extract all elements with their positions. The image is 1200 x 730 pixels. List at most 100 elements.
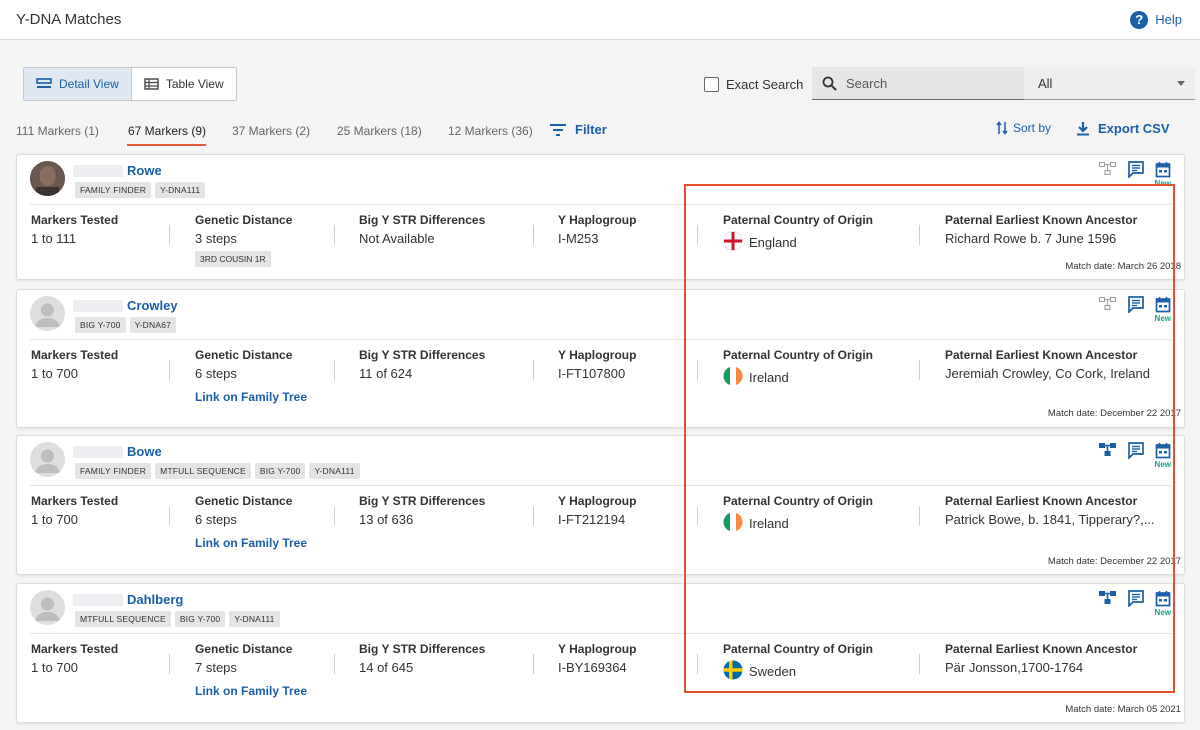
- test-badge: BIG Y-700: [174, 611, 226, 627]
- country-value: Ireland: [723, 512, 873, 535]
- genetic-distance-column: Genetic Distance 7 steps Link on Family …: [195, 642, 307, 698]
- match-name[interactable]: Dahlberg: [127, 592, 183, 607]
- card-actions: New: [1098, 161, 1171, 188]
- big-y-str-value: 14 of 645: [359, 660, 414, 675]
- big-y-str-column: Big Y STR Differences 13 of 636: [359, 494, 485, 527]
- test-badge: BIG Y-700: [254, 463, 306, 479]
- column-separator: [697, 506, 698, 526]
- y-haplogroup-header: Y Haplogroup: [558, 348, 637, 362]
- ancestor-column: Paternal Earliest Known Ancestor Jeremia…: [945, 348, 1150, 381]
- detail-view-button[interactable]: Detail View: [24, 68, 132, 100]
- family-tree-button[interactable]: [1098, 590, 1117, 610]
- notes-button[interactable]: [1127, 590, 1145, 607]
- markers-tested-column: Markers Tested 1 to 111: [31, 213, 118, 246]
- avatar[interactable]: [30, 442, 65, 477]
- notes-button[interactable]: [1127, 161, 1145, 178]
- tab-111-markers[interactable]: 111 Markers (1): [16, 124, 99, 138]
- export-csv-button[interactable]: Export CSV: [1076, 121, 1170, 136]
- match-name[interactable]: Bowe: [127, 444, 162, 459]
- notes-icon: [1127, 161, 1144, 178]
- notes-icon: [1127, 296, 1144, 313]
- y-haplogroup-header: Y Haplogroup: [558, 213, 637, 227]
- new-label: New: [1154, 460, 1171, 469]
- match-card: Crowley BIG Y-700 Y-DNA67 New Markers Tes…: [16, 289, 1185, 428]
- test-badge: BIG Y-700: [75, 317, 126, 333]
- markers-tested-header: Markers Tested: [31, 348, 119, 362]
- test-badge: MTFULL SEQUENCE: [155, 463, 251, 479]
- link-on-family-tree[interactable]: Link on Family Tree: [195, 536, 307, 550]
- table-view-button[interactable]: Table View: [132, 68, 236, 100]
- notes-button[interactable]: [1127, 442, 1145, 459]
- country-column: Paternal Country of Origin England: [723, 213, 873, 254]
- avatar[interactable]: [30, 296, 65, 331]
- match-date: Match date: March 05 2021: [1065, 704, 1181, 715]
- export-csv-label: Export CSV: [1098, 121, 1170, 136]
- help-link[interactable]: ? Help: [1130, 10, 1182, 29]
- column-separator: [334, 360, 335, 380]
- avatar[interactable]: [30, 161, 65, 196]
- big-y-str-column: Big Y STR Differences 11 of 624: [359, 348, 485, 381]
- column-separator: [919, 225, 920, 245]
- search-input[interactable]: [846, 75, 1006, 91]
- exact-search-option[interactable]: Exact Search: [704, 77, 803, 92]
- ancestor-value: Patrick Bowe, b. 1841, Tipperary?,...: [945, 512, 1155, 527]
- y-haplogroup-column: Y Haplogroup I-BY169364: [558, 642, 636, 675]
- family-tree-button[interactable]: [1098, 442, 1117, 462]
- tab-37-markers[interactable]: 37 Markers (2): [232, 124, 310, 138]
- search-box[interactable]: [812, 67, 1024, 100]
- card-actions: New: [1098, 590, 1171, 617]
- markers-tested-column: Markers Tested 1 to 700: [31, 494, 118, 527]
- exact-search-checkbox[interactable]: [704, 77, 719, 92]
- link-on-family-tree[interactable]: Link on Family Tree: [195, 684, 307, 698]
- test-badge: Y-DNA111: [229, 611, 280, 627]
- card-divider: [30, 339, 1171, 340]
- filter-select-value: All: [1038, 75, 1053, 91]
- filter-select[interactable]: All: [1024, 67, 1195, 100]
- ancestor-header: Paternal Earliest Known Ancestor: [945, 348, 1138, 362]
- markers-tested-header: Markers Tested: [31, 213, 119, 227]
- match-date-button[interactable]: New: [1155, 161, 1171, 188]
- tab-25-markers[interactable]: 25 Markers (18): [337, 124, 422, 138]
- match-date-button[interactable]: New: [1155, 442, 1171, 469]
- relationship-slot: Link on Family Tree: [195, 684, 307, 698]
- avatar[interactable]: [30, 590, 65, 625]
- controls-bar: Detail View Table View Exact Search All: [23, 67, 1195, 101]
- family-tree-button[interactable]: [1098, 161, 1117, 181]
- match-name-row: Crowley: [73, 298, 178, 313]
- genetic-distance-header: Genetic Distance: [195, 348, 293, 362]
- redacted-given-name: [73, 164, 123, 177]
- view-toggle: Detail View Table View: [23, 67, 237, 101]
- y-haplogroup-value: I-M253: [558, 231, 599, 246]
- sort-by-button[interactable]: Sort by: [996, 121, 1051, 135]
- match-name[interactable]: Rowe: [127, 163, 162, 178]
- markers-tested-value: 1 to 700: [31, 512, 78, 527]
- tab-12-markers[interactable]: 12 Markers (36): [448, 124, 533, 138]
- detail-view-label: Detail View: [59, 77, 119, 91]
- genetic-distance-column: Genetic Distance 3 steps 3RD COUSIN 1R: [195, 213, 292, 267]
- tab-67-markers[interactable]: 67 Markers (9): [128, 124, 206, 138]
- y-haplogroup-value: I-FT107800: [558, 366, 626, 381]
- relationship-badge: 3RD COUSIN 1R: [195, 251, 271, 267]
- country-value: Sweden: [723, 660, 873, 683]
- match-name[interactable]: Crowley: [127, 298, 178, 313]
- link-on-family-tree[interactable]: Link on Family Tree: [195, 390, 307, 404]
- card-actions: New: [1098, 296, 1171, 323]
- calendar-icon: [1155, 443, 1171, 459]
- filter-button[interactable]: Filter: [550, 122, 607, 137]
- markers-tested-header: Markers Tested: [31, 494, 119, 508]
- test-badges: FAMILY FINDER MTFULL SEQUENCE BIG Y-700 Y-D…: [75, 463, 360, 479]
- new-label: New: [1154, 314, 1171, 323]
- big-y-str-value: 11 of 624: [359, 366, 413, 381]
- markers-tested-value: 1 to 700: [31, 366, 78, 381]
- notes-button[interactable]: [1127, 296, 1145, 313]
- genetic-distance-column: Genetic Distance 6 steps Link on Family …: [195, 494, 307, 550]
- match-date-button[interactable]: New: [1155, 296, 1171, 323]
- redacted-given-name: [73, 445, 123, 458]
- match-date: Match date: December 22 2017: [1047, 408, 1181, 419]
- family-tree-button[interactable]: [1098, 296, 1117, 316]
- column-separator: [533, 225, 534, 245]
- ancestor-value: Pär Jonsson,1700-1764: [945, 660, 1084, 675]
- genetic-distance-value: 3 steps: [195, 231, 237, 246]
- markers-tested-value: 1 to 700: [31, 660, 78, 675]
- match-date-button[interactable]: New: [1155, 590, 1171, 617]
